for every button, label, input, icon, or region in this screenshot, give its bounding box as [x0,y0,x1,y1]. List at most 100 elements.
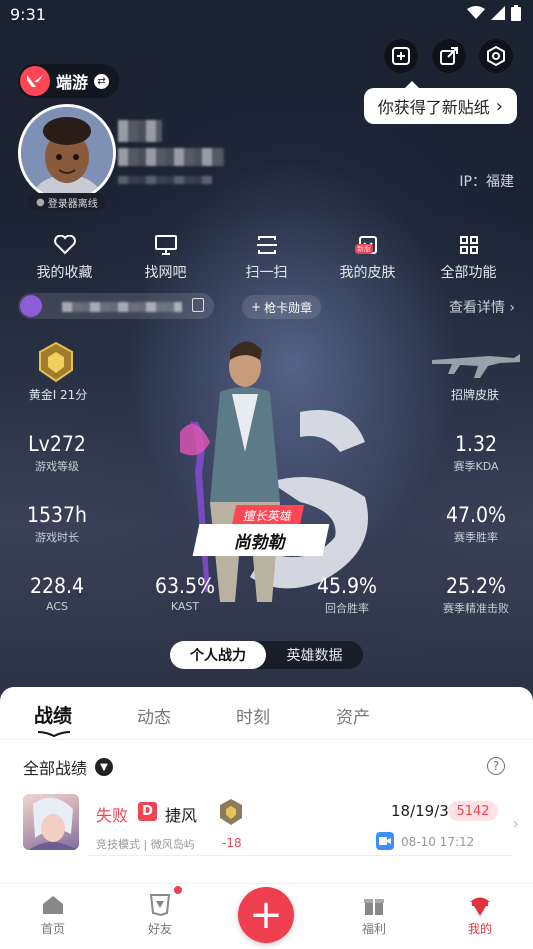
sticker-icon [392,47,410,65]
nav-profile[interactable]: 我的 [450,892,510,937]
username-redacted [118,120,162,142]
create-button[interactable]: + [238,887,294,943]
stat-headshot: 25.2% 赛季精准击败 [421,574,531,616]
user-id-redacted [118,148,224,166]
toggle-personal[interactable]: 个人战力 [170,641,266,669]
nav-home[interactable]: 首页 [23,892,83,937]
new-badge: 新版 [355,244,373,254]
stat-kda-value: 1.32 [454,432,498,456]
tab-indicator [37,731,71,737]
hero-tag: 擅长英雄 [231,505,305,525]
sticker-button[interactable] [383,38,419,74]
chevron-right-icon: › [512,814,519,833]
game-switcher[interactable]: 端游 ⇄ [18,64,120,98]
tab-records[interactable]: 战绩 [34,701,72,728]
stat-kda-label: 赛季KDA [453,460,499,473]
switch-icon: ⇄ [94,73,110,89]
tooltip-text: 你获得了新贴纸 [377,98,490,117]
scan-icon [216,232,317,258]
video-icon[interactable] [376,832,394,850]
friends-notification-dot [174,886,182,894]
status-bar: 9:31 [0,0,533,30]
stat-acs-value: 228.4 [29,574,85,598]
agent-name: 捷风 [165,806,198,825]
tab-feed[interactable]: 动态 [137,703,171,728]
agent-portrait [23,794,79,850]
gift-icon [344,892,404,918]
battery-icon [511,5,521,21]
stat-hours-value: 1537h [26,503,88,527]
quick-actions: 我的收藏 找网吧 扫一扫 新版 我的皮肤 全部功能 [0,232,533,282]
stat-kast-label: KAST [170,600,200,613]
nav-profile-label: 我的 [467,922,492,936]
wifi-icon [467,6,485,19]
avatar-image [21,107,113,199]
quick-favorites[interactable]: 我的收藏 [14,232,115,282]
signal-icon [491,6,505,20]
medal-pill[interactable] [18,293,214,319]
stat-acs-label: ACS [46,600,68,613]
plus-icon: + [251,300,262,314]
nav-welfare-label: 福利 [361,922,386,936]
nav-welfare[interactable]: 福利 [344,892,404,937]
tab-bar: 战绩 动态 时刻 资产 [0,687,533,737]
chevron-right-icon: › [495,95,503,117]
nav-home-label: 首页 [40,922,65,936]
stat-kast: 63.5% KAST [130,574,240,613]
help-icon[interactable]: ? [487,757,505,775]
view-details-link[interactable]: 查看详情 › [449,297,515,317]
match-kda: 18/19/3 [391,802,449,820]
rank-delta: -18 [222,836,242,850]
hero-name[interactable]: 尚勃勒 [192,524,330,556]
tab-divider [0,739,533,740]
medal-avatar-icon [20,295,42,317]
home-icon [23,892,83,918]
stat-hours: 1537h 游戏时长 [2,503,112,545]
toggle-hero-data[interactable]: 英雄数据 [266,641,363,669]
data-toggle: 个人战力 英雄数据 [170,641,363,669]
stat-level-label: 游戏等级 [35,460,79,473]
match-result: 失败 [96,806,129,825]
tab-assets[interactable]: 资产 [336,703,370,728]
share-button[interactable] [431,38,467,74]
valorant-logo-icon [20,66,50,96]
match-rank-icon [218,798,244,826]
gear-icon [487,46,505,66]
records-filter-label: 全部战绩 [23,759,88,778]
quick-skins[interactable]: 新版 我的皮肤 [317,232,418,282]
settings-button[interactable] [478,38,514,74]
avatar[interactable] [18,104,116,202]
records-sheet: 战绩 动态 时刻 资产 全部战绩 ▼ ? 失败 D 捷风 竞技模式 | 微风岛屿… [0,687,533,883]
match-mode-map: 竞技模式 | 微风岛屿 [96,838,195,851]
plus-icon: + [249,892,283,938]
quick-all-features[interactable]: 全部功能 [418,232,519,282]
status-time: 9:31 [10,5,46,24]
rifle-skin-icon[interactable] [430,348,522,380]
user-signature-redacted [118,176,212,184]
nav-friends-label: 好友 [147,922,172,936]
quick-netcafe[interactable]: 找网吧 [115,232,216,282]
quick-netcafe-label: 找网吧 [144,265,187,281]
stat-winrate-label: 赛季胜率 [454,531,498,544]
quick-scan-label: 扫一扫 [245,265,288,281]
stat-kda: 1.32 赛季KDA [421,432,531,474]
profile-icon [450,892,510,918]
medal-text-redacted [62,302,182,312]
match-time: 08-10 17:12 [401,835,475,849]
view-details-label: 查看详情 [448,300,505,316]
ip-location: IP：福建 [459,174,514,190]
add-medal-button[interactable]: + 枪卡勋章 [242,295,322,319]
nav-friends[interactable]: 好友 [130,892,190,937]
sticker-tooltip[interactable]: 你获得了新贴纸 › [363,81,517,124]
rank-label: 黄金I 21分 [28,388,88,402]
stat-level: Lv272 游戏等级 [2,432,112,474]
quick-scan[interactable]: 扫一扫 [216,232,317,282]
tab-moments[interactable]: 时刻 [236,703,270,728]
match-row[interactable]: 失败 D 捷风 竞技模式 | 微风岛屿 -18 18/19/3 5142 08-… [0,790,533,860]
records-filter[interactable]: 全部战绩 ▼ [23,755,114,779]
mode-badge: D [138,802,157,821]
quick-skins-label: 我的皮肤 [339,265,396,281]
stat-hours-label: 游戏时长 [35,531,79,544]
brand-name: 端游 [56,73,89,92]
stat-headshot-label: 赛季精准击败 [443,602,509,615]
